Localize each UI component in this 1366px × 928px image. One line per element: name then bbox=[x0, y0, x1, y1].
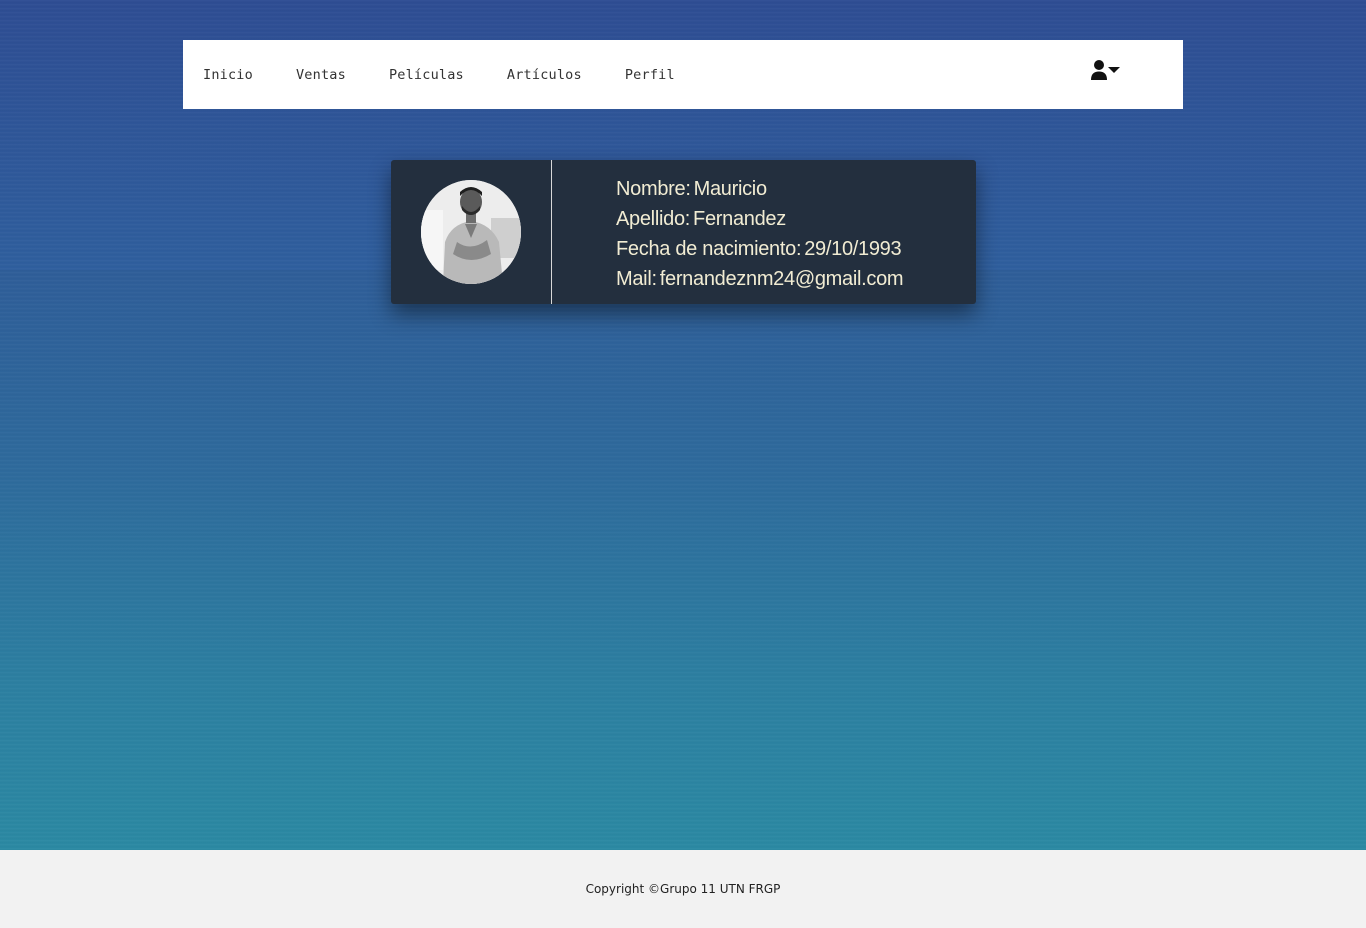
field-value: Fernandez bbox=[693, 208, 786, 230]
nav-item-perfil[interactable]: Perfil bbox=[625, 67, 675, 83]
profile-card: Nombre: Mauricio Apellido: Fernandez Fecha… bbox=[391, 160, 976, 304]
field-value: fernandeznm24@gmail.com bbox=[659, 268, 904, 290]
user-menu-button[interactable] bbox=[1090, 59, 1122, 83]
nav-item-articulos[interactable]: Artículos bbox=[507, 67, 582, 83]
nav-links: Inicio Ventas Películas Artículos Perfil bbox=[183, 40, 718, 109]
field-nombre: Nombre: Mauricio bbox=[616, 174, 903, 204]
field-label: Fecha de nacimiento: bbox=[616, 238, 802, 260]
field-label: Apellido: bbox=[616, 208, 691, 230]
card-divider bbox=[551, 160, 552, 304]
copyright-text: Copyright ©Grupo 11 UTN FRGP bbox=[585, 882, 781, 896]
field-fecha-nacimiento: Fecha de nacimiento: 29/10/1993 bbox=[616, 234, 903, 264]
avatar-photo bbox=[421, 180, 521, 284]
field-apellido: Apellido: Fernandez bbox=[616, 204, 903, 234]
top-navbar: Inicio Ventas Películas Artículos Perfil bbox=[183, 40, 1183, 109]
field-label: Mail: bbox=[616, 268, 657, 290]
background-texture bbox=[0, 0, 1366, 850]
field-label: Nombre: bbox=[616, 178, 691, 200]
user-dropdown-icon bbox=[1091, 60, 1120, 80]
avatar bbox=[421, 180, 521, 284]
profile-info: Nombre: Mauricio Apellido: Fernandez Fecha… bbox=[616, 174, 904, 294]
nav-item-inicio[interactable]: Inicio bbox=[203, 67, 253, 83]
nav-item-ventas[interactable]: Ventas bbox=[296, 67, 346, 83]
field-mail: Mail: fernandeznm24@gmail.com bbox=[616, 264, 904, 294]
field-value: 29/10/1993 bbox=[804, 238, 902, 260]
field-value: Mauricio bbox=[693, 178, 767, 200]
page-footer: Copyright ©Grupo 11 UTN FRGP bbox=[0, 850, 1366, 928]
nav-item-peliculas[interactable]: Películas bbox=[389, 67, 464, 83]
